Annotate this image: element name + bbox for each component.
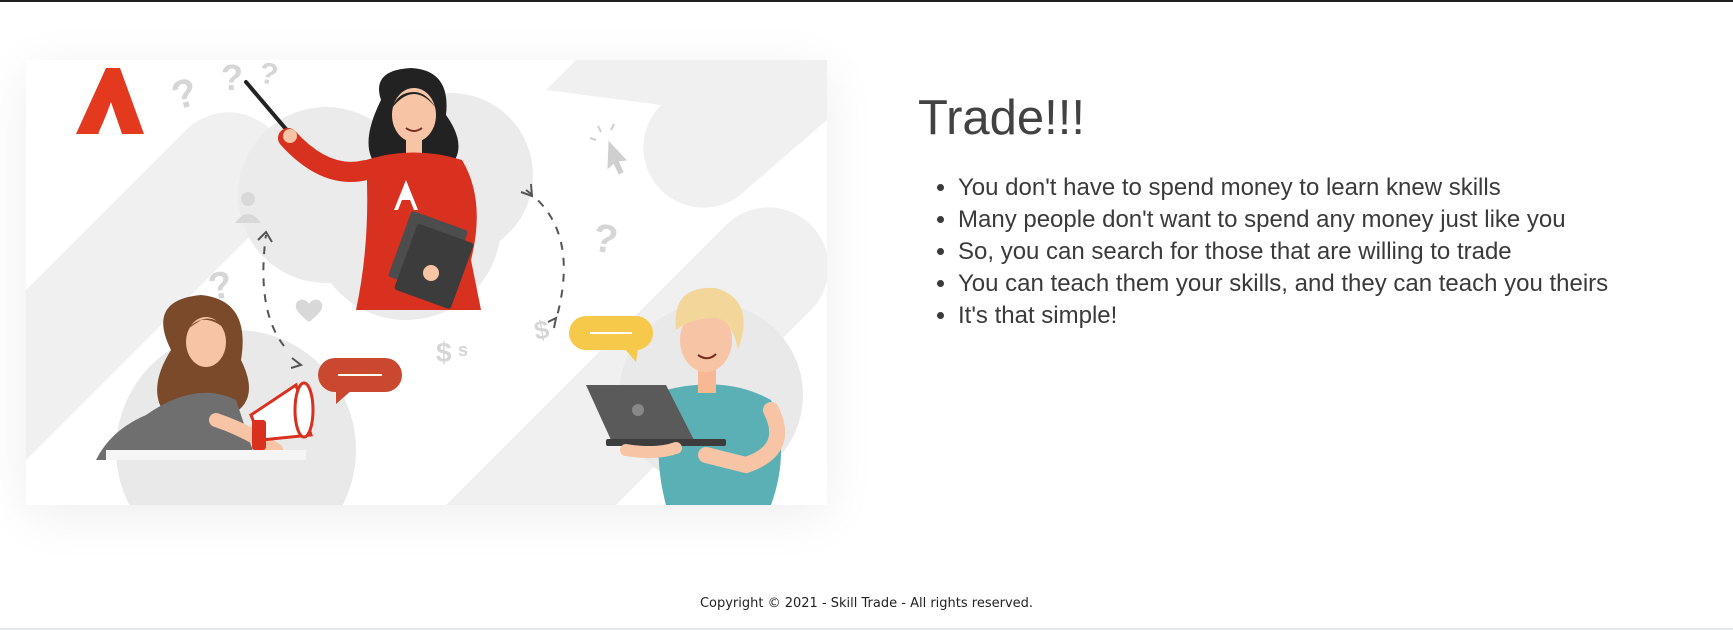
list-item: So, you can search for those that are wi… [958, 236, 1733, 268]
page-title: Trade!!! [918, 91, 1086, 145]
list-item: You don't have to spend money to learn k… [958, 172, 1733, 204]
question-mark-icon: ? [221, 60, 243, 98]
list-item: Many people don't want to spend any mone… [958, 204, 1733, 236]
dollar-icon: s [458, 340, 468, 360]
list-item: It's that simple! [958, 300, 1733, 332]
footer-copyright: Copyright © 2021 - Skill Trade - All rig… [699, 596, 1034, 611]
top-border [0, 0, 1733, 2]
list-item: You can teach them your skills, and they… [958, 268, 1733, 300]
dollar-icon: $ [436, 337, 452, 368]
hero-illustration: ? ? ? ? ? $ s $ [26, 60, 827, 505]
feature-list: You don't have to spend money to learn k… [918, 172, 1733, 332]
